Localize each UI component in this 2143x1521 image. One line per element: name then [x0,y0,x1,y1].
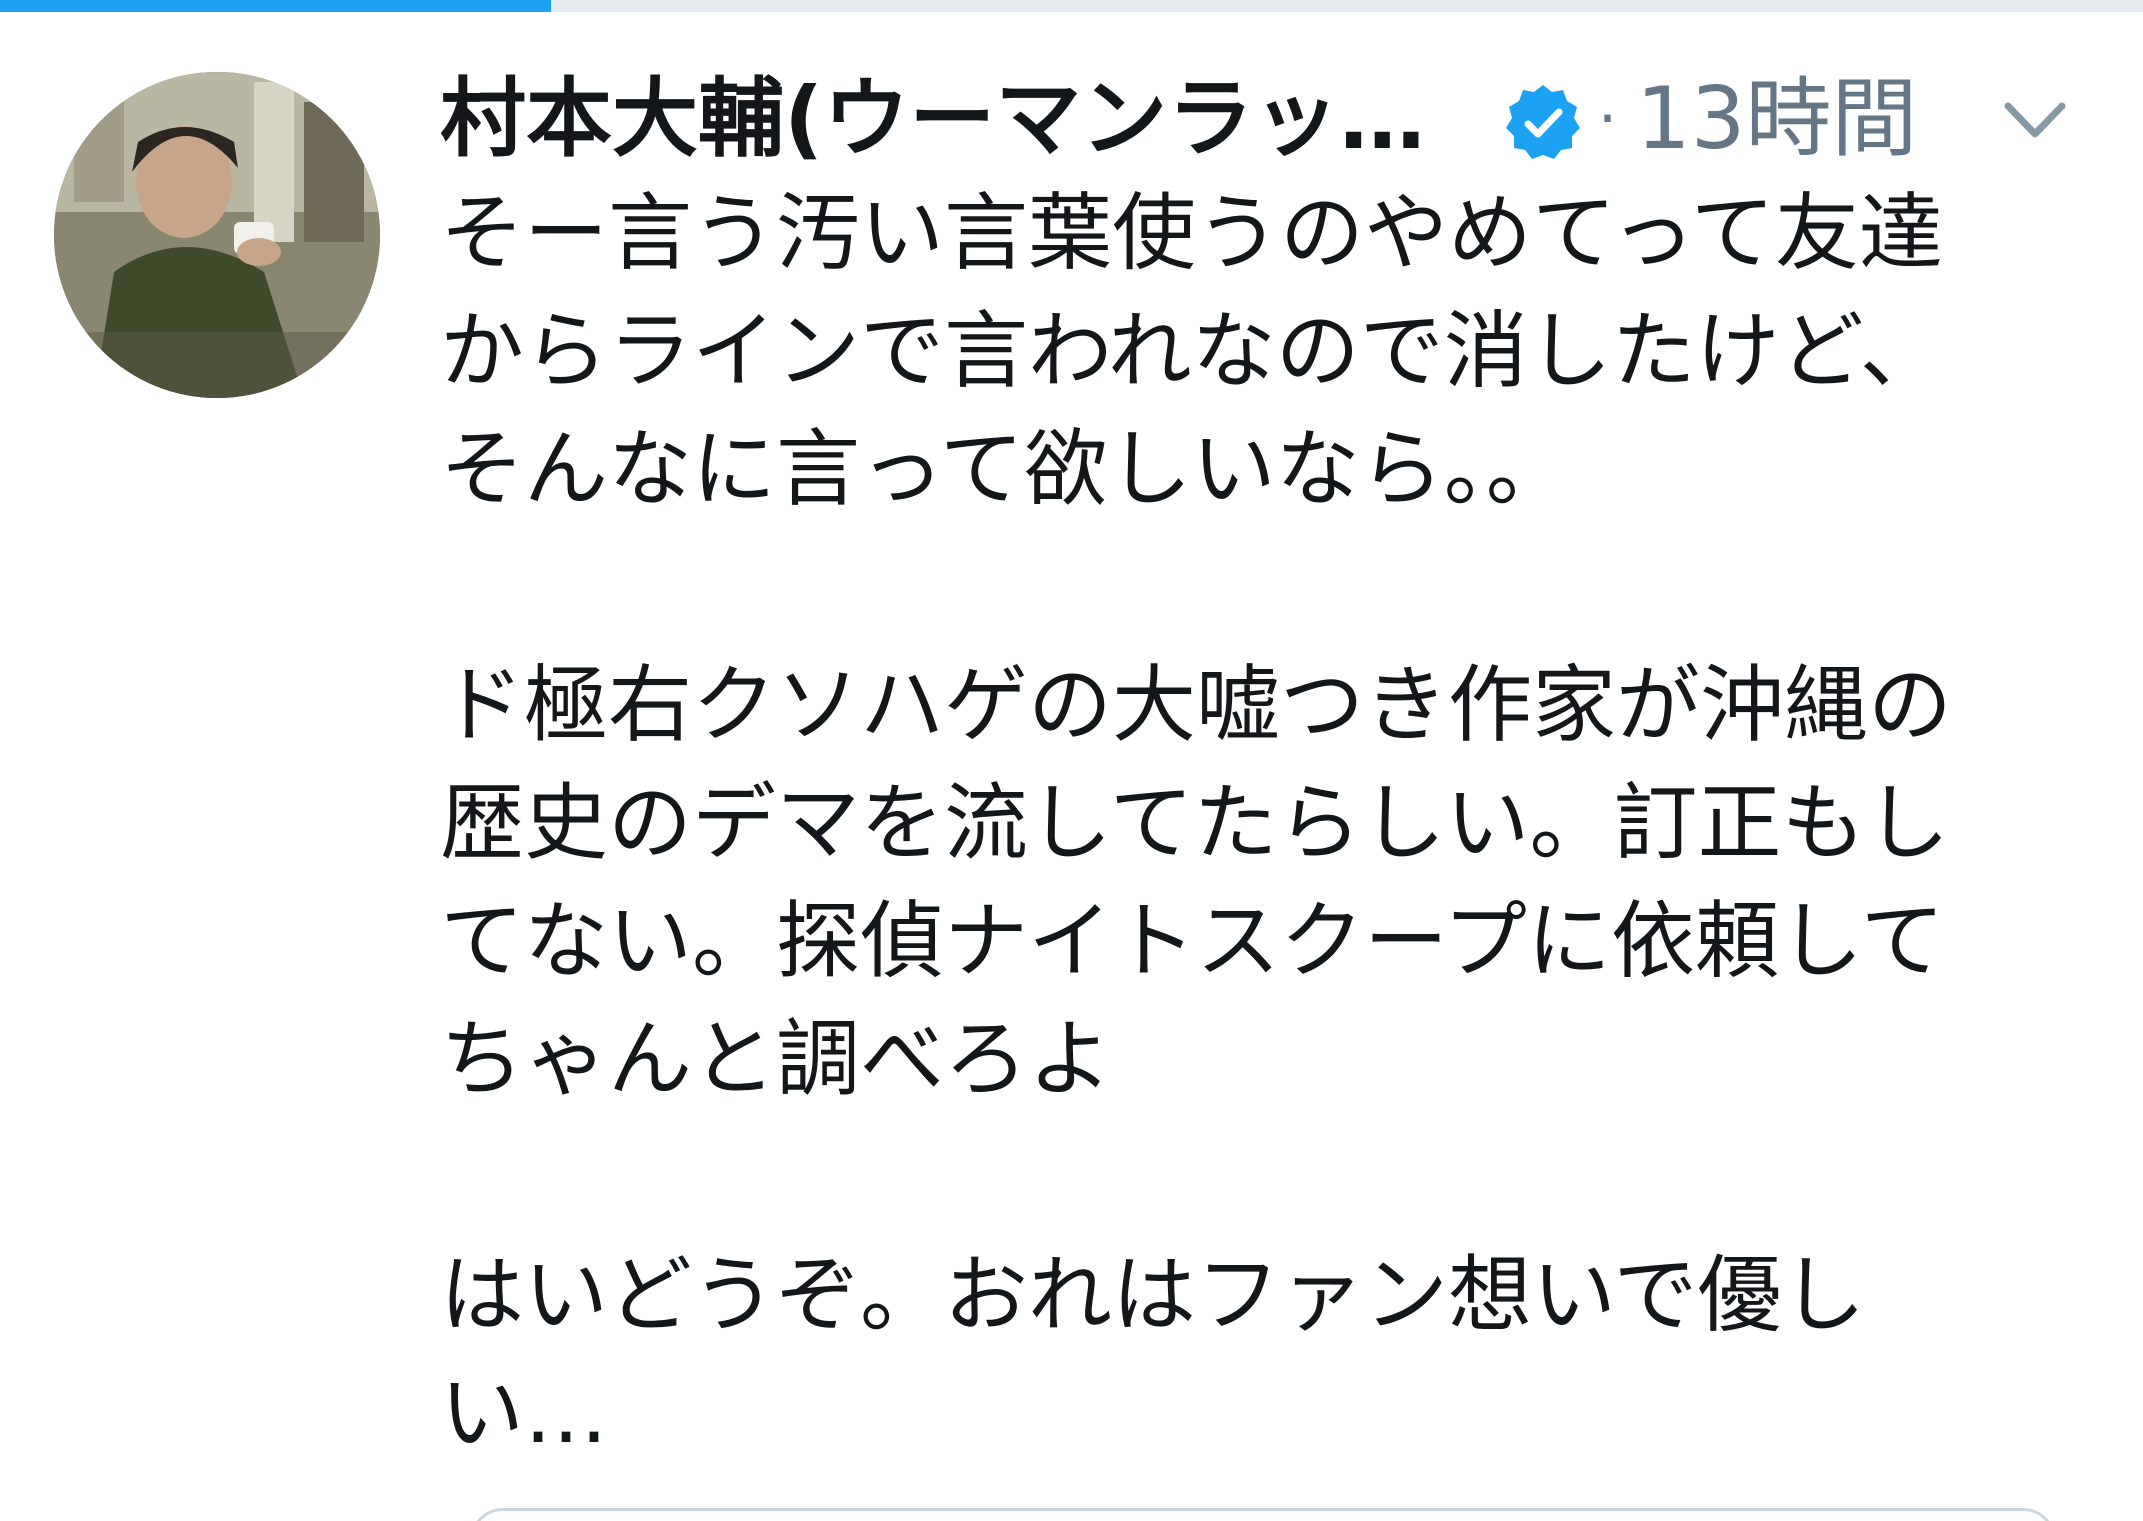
tweet-text-line: てない。探偵ナイトスクープに依頼して [440,892,1945,990]
tweet-timestamp[interactable]: 13時間 [1636,64,1917,174]
chevron-down-icon[interactable] [2000,92,2070,148]
tweet-text-line: ちゃんと調べろよ [440,1010,1113,1108]
tweet-text-line: そー言う汚い言葉使うのやめてって友達 [440,184,1943,282]
tweet-header: 村本大輔(ウーマンラッ… · 13時間 [440,64,2080,174]
tweet-text-line: 歴史のデマを流してたらしい。訂正もし [440,774,1950,872]
tweet-text-blank-line [440,1118,2080,1236]
author-display-name[interactable]: 村本大輔(ウーマンラッ… [440,64,1425,174]
avatar-photo-icon [54,72,380,398]
verified-badge-icon [1506,85,1580,159]
tweet-text: そー言う汚い言葉使うのやめてって友達 からラインで言われなので消したけど、 そん… [440,174,2080,1472]
tweet-text-line: からラインで言われなので消したけど、 [440,302,1944,400]
loading-progress-track [0,0,2143,12]
tweet-text-line: はいどうぞ。おれはファン想いで優し [440,1246,1866,1344]
loading-progress-bar [0,0,551,12]
tweet-text-line: そんなに言って欲しいなら。。 [440,420,1570,518]
header-separator: · [1598,84,1618,154]
embedded-card[interactable] [470,1508,2056,1521]
tweet-text-blank-line [440,528,2080,646]
tweet-text-line: ド極右クソハゲの大嘘つき作家が沖縄の [440,656,1953,754]
tweet-text-line: い… [440,1364,609,1462]
author-avatar[interactable] [54,72,380,398]
